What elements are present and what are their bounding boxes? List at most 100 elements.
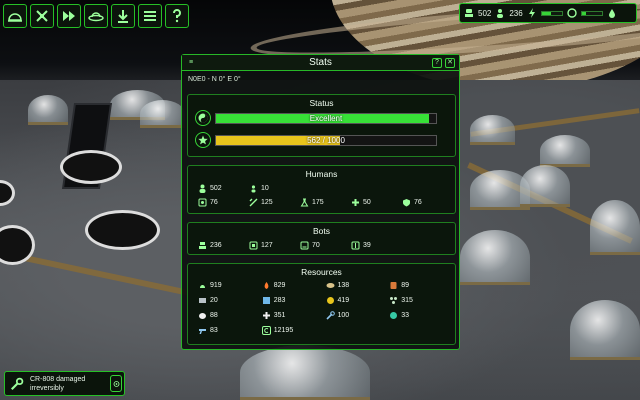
stat-driller-bots[interactable]: 39 [351, 240, 398, 251]
capacity-row: 562 / 1000 [195, 132, 437, 148]
res-glass[interactable]: 283 [262, 295, 322, 306]
stat-constructor-bots[interactable]: 127 [249, 240, 296, 251]
habitat-dome[interactable] [240, 345, 370, 400]
stat-value: 175 [312, 199, 324, 206]
habitat-dome[interactable] [590, 200, 640, 255]
oxygen-icon [567, 8, 577, 18]
close-icon[interactable]: ✕ [445, 58, 455, 68]
stat-workers[interactable]: 76 [198, 197, 245, 208]
stat-value: 88 [210, 312, 218, 319]
list-icon: ≡ [188, 59, 194, 66]
res-credits[interactable]: 12195 [261, 325, 322, 336]
resources-section: Resources 919 829 138 89 20 283 419 315 … [187, 263, 456, 345]
guard-icon [402, 198, 411, 207]
habitat-dome[interactable] [460, 230, 530, 285]
stat-value: 127 [261, 242, 273, 249]
yin-yang-icon [195, 110, 211, 126]
stat-value: 83 [210, 327, 218, 334]
stat-value: 89 [401, 282, 410, 289]
menu-button[interactable] [138, 4, 162, 28]
ufo-button[interactable] [84, 4, 108, 28]
build-tools-button[interactable] [30, 4, 54, 28]
fast-forward-button[interactable] [57, 4, 81, 28]
star-icon [195, 132, 211, 148]
stat-value: 919 [210, 282, 222, 289]
res-metal[interactable]: 20 [198, 295, 258, 306]
food-icon [198, 281, 207, 290]
stat-value: 419 [337, 297, 350, 304]
res-bioplastic[interactable]: 138 [326, 280, 386, 291]
spares-icon [389, 296, 398, 305]
stat-value: 829 [273, 282, 286, 289]
stat-carrier-bots[interactable]: 70 [300, 240, 347, 251]
wrench-icon [8, 375, 26, 393]
stat-value: 33 [401, 312, 410, 319]
stat-value: 39 [363, 242, 371, 249]
res-starch[interactable]: 88 [198, 310, 258, 321]
res-medical-supplies[interactable]: 89 [389, 280, 449, 291]
landing-pad[interactable] [60, 150, 122, 184]
stat-guards[interactable]: 76 [402, 197, 449, 208]
stat-total-bots[interactable]: 236 [198, 240, 245, 251]
stats-panel: ≡ Stats ? ✕ N0E0 - N 0° E 0° Status Exce… [181, 54, 460, 350]
stat-value: 70 [312, 242, 320, 249]
habitat-dome[interactable] [28, 95, 68, 125]
semiconductor-icon [326, 296, 335, 305]
stat-value: 351 [273, 312, 286, 319]
child-icon [249, 184, 258, 193]
oxygen-bar [580, 10, 603, 16]
medical-supplies-icon [389, 281, 398, 290]
driller-bot-icon [351, 241, 360, 250]
help-button[interactable] [165, 4, 189, 28]
gun-icon [198, 326, 207, 335]
meal-icon [262, 281, 271, 290]
help-icon[interactable]: ? [432, 58, 442, 68]
human-icon [495, 8, 505, 18]
landing-pad[interactable] [85, 210, 160, 250]
stat-value: 283 [273, 297, 286, 304]
electronics-icon [389, 311, 398, 320]
bot-icon [464, 8, 474, 18]
res-semiconductors[interactable]: 419 [326, 295, 386, 306]
event-notification[interactable]: CR-808 damaged irreversibly [4, 371, 125, 396]
res-tools[interactable]: 100 [325, 310, 386, 321]
res-medicine[interactable]: 351 [262, 310, 322, 321]
res-food[interactable]: 919 [198, 280, 258, 291]
power-icon [527, 8, 537, 18]
bots-section: Bots 236 127 70 39 [187, 222, 456, 255]
humans-count: 236 [509, 8, 523, 18]
habitat-dome[interactable] [470, 115, 515, 145]
stat-total-humans[interactable]: 502 [198, 183, 245, 194]
stat-scientists[interactable]: 175 [300, 197, 347, 208]
res-guns[interactable]: 83 [198, 325, 258, 336]
medicine-icon [262, 311, 271, 320]
menu-icon [144, 11, 156, 21]
dome-view-button[interactable] [3, 4, 27, 28]
humans-heading: Humans [305, 169, 338, 179]
mood-label: Excellent [309, 113, 343, 123]
res-electronics[interactable]: 33 [389, 310, 449, 321]
download-button[interactable] [111, 4, 135, 28]
human-icon [198, 184, 207, 193]
mood-bar: Excellent [215, 112, 437, 124]
habitat-dome[interactable] [570, 300, 640, 360]
medic-icon [351, 198, 360, 207]
stat-value: 12195 [273, 327, 294, 334]
habitat-dome[interactable] [540, 135, 590, 167]
stat-value: 20 [210, 297, 218, 304]
stat-value: 76 [210, 199, 218, 206]
notification-locate-button[interactable] [110, 375, 122, 392]
carrier-bot-icon [300, 241, 309, 250]
stat-engineers[interactable]: 125 [249, 197, 296, 208]
stat-value: 76 [414, 199, 422, 206]
scientist-icon [300, 198, 309, 207]
stat-children[interactable]: 10 [249, 183, 296, 194]
habitat-dome[interactable] [140, 100, 185, 128]
stat-medics[interactable]: 50 [351, 197, 398, 208]
habitat-dome[interactable] [520, 165, 570, 207]
metal-icon [198, 296, 207, 305]
res-spares[interactable]: 315 [389, 295, 449, 306]
res-meals[interactable]: 829 [262, 280, 322, 291]
glass-icon [262, 296, 271, 305]
resources-grid: 919 829 138 89 20 283 419 315 88 351 100… [198, 280, 449, 336]
